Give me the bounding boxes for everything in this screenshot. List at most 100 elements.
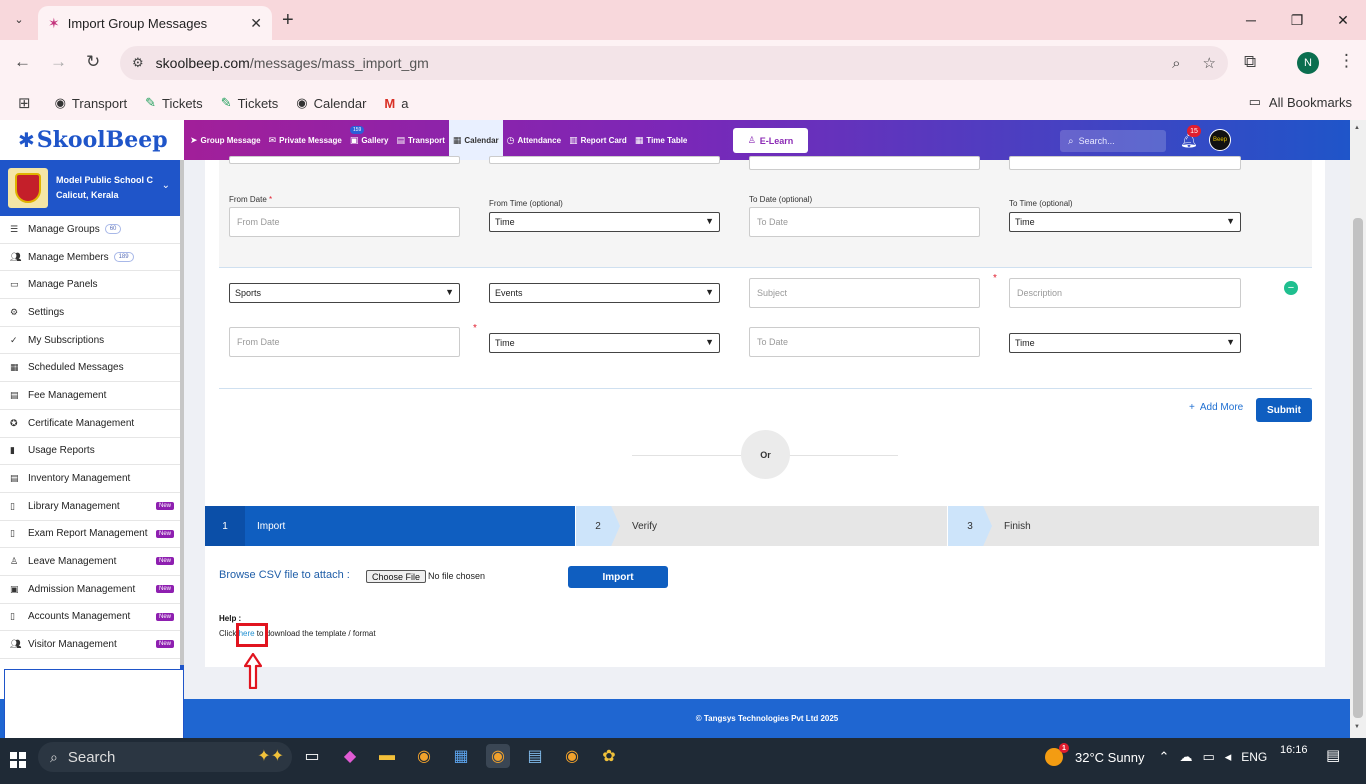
- extensions-icon[interactable]: ⧉: [1244, 52, 1256, 72]
- choose-file-button[interactable]: Choose File: [366, 570, 426, 583]
- back-icon[interactable]: ←: [14, 52, 31, 72]
- file-explorer-icon[interactable]: ▬: [375, 744, 399, 768]
- sidebar-item-inventory-management[interactable]: ▤ Inventory Management: [0, 465, 180, 493]
- sidebar-item-scheduled-messages[interactable]: ▦ Scheduled Messages: [0, 354, 180, 383]
- restore-icon[interactable]: ❐: [1274, 0, 1320, 40]
- skoolbeep-logo[interactable]: ✱ SkoolBeep: [0, 120, 184, 160]
- step-import[interactable]: 1 Import: [205, 506, 575, 546]
- new-tab-icon[interactable]: +: [282, 9, 294, 32]
- step-verify[interactable]: 2 Verify: [576, 506, 947, 546]
- tab-search-chevron-icon[interactable]: ⌄: [8, 8, 30, 30]
- weather-text[interactable]: 32°C Sunny: [1075, 750, 1145, 765]
- sidebar-item-my-subscriptions[interactable]: ✓ My Subscriptions: [0, 327, 180, 355]
- bookmark-star-icon[interactable]: ☆: [1203, 54, 1216, 72]
- to-date-input[interactable]: To Date: [749, 207, 980, 237]
- store-icon[interactable]: ▦: [449, 744, 473, 768]
- nav-group-message[interactable]: ➤ Group Message: [186, 120, 265, 160]
- copilot-icon[interactable]: ◆: [338, 744, 362, 768]
- sidebar-item-accounts-management[interactable]: ▯ Accounts Management New: [0, 604, 180, 632]
- add-more-link[interactable]: + Add More: [1189, 402, 1243, 413]
- sidebar-item-fee-management[interactable]: ▤ Fee Management: [0, 382, 180, 410]
- chrome-active-icon[interactable]: ◉: [486, 744, 510, 768]
- browser-menu-icon[interactable]: ⋮: [1338, 51, 1355, 71]
- close-tab-icon[interactable]: ✕: [250, 15, 262, 32]
- nav-private-message[interactable]: ✉ Private Message: [265, 120, 346, 160]
- header-search-input[interactable]: ⌕ Search...: [1060, 130, 1166, 152]
- url-omnibox[interactable]: ⚙ skoolbeep.com/messages/mass_import_gm …: [120, 46, 1228, 80]
- clock[interactable]: 16:16: [1280, 744, 1308, 756]
- bookmark-tickets-2[interactable]: ✎ Tickets: [221, 95, 279, 111]
- subject-input[interactable]: Subject: [749, 278, 980, 308]
- from-date-input-2[interactable]: From Date: [229, 327, 460, 357]
- apps-grid-icon[interactable]: ⊞: [18, 94, 31, 112]
- from-time-select[interactable]: Time ▼: [489, 212, 720, 232]
- minimize-icon[interactable]: ─: [1228, 0, 1274, 40]
- sidebar-item-manage-panels[interactable]: ▭ Manage Panels: [0, 271, 180, 300]
- chevron-down-icon[interactable]: ⌄: [162, 180, 170, 191]
- language-indicator[interactable]: ENG: [1241, 750, 1267, 764]
- submit-button[interactable]: Submit: [1256, 398, 1312, 422]
- windows-start-icon[interactable]: [10, 752, 26, 768]
- nav-transport[interactable]: ▤ Transport: [392, 120, 448, 160]
- taskbar-search[interactable]: ⌕ Search ✦✦: [38, 742, 292, 772]
- header-avatar[interactable]: Beep: [1209, 129, 1231, 151]
- task-view-icon[interactable]: ▭: [300, 744, 324, 768]
- sidebar-item-settings[interactable]: ⚙ Settings: [0, 299, 180, 327]
- to-date-input-2[interactable]: To Date: [749, 327, 980, 357]
- weather-icon[interactable]: 1: [1045, 743, 1069, 766]
- nav-time-table[interactable]: ▦ Time Table: [631, 120, 692, 160]
- site-settings-icon[interactable]: ⚙: [132, 55, 144, 71]
- previous-input-3[interactable]: [749, 156, 980, 170]
- all-bookmarks[interactable]: ▭ All Bookmarks: [1249, 94, 1352, 110]
- bookmark-tickets-1[interactable]: ✎ Tickets: [145, 95, 203, 111]
- to-time-select-2[interactable]: Time ▼: [1009, 333, 1241, 353]
- nav-attendance[interactable]: ◷ Attendance: [503, 120, 565, 160]
- notifications-icon[interactable]: ▤: [1326, 746, 1340, 764]
- zoom-icon[interactable]: ⌕: [1172, 55, 1180, 72]
- sidebar-item-manage-members[interactable]: 👥︎ Manage Members 189: [0, 244, 180, 272]
- sidebar-item-leave-management[interactable]: ♙ Leave Management New: [0, 548, 180, 576]
- sidebar-item-manage-groups[interactable]: ☰ Manage Groups 60: [0, 216, 180, 244]
- chevron-up-icon[interactable]: ⌃: [1159, 749, 1170, 765]
- remove-row-icon[interactable]: −: [1284, 281, 1298, 295]
- sidebar-item-library-management[interactable]: ▯ Library Management New: [0, 493, 180, 521]
- scroll-down-icon[interactable]: ▼: [1354, 724, 1360, 730]
- page-scrollbar[interactable]: ▲ ▼: [1350, 120, 1366, 738]
- to-time-select[interactable]: Time ▼: [1009, 212, 1241, 232]
- previous-input-1[interactable]: [229, 156, 460, 164]
- sidebar-item-usage-reports[interactable]: ▮ Usage Reports: [0, 438, 180, 466]
- bookmark-gmail[interactable]: Ma: [384, 96, 408, 111]
- sidebar-item-exam-report-management[interactable]: ▯ Exam Report Management New: [0, 521, 180, 549]
- paint-icon[interactable]: ✿: [597, 744, 621, 768]
- description-input[interactable]: Description: [1009, 278, 1241, 308]
- reload-icon[interactable]: ↻: [86, 52, 100, 72]
- notepad-icon[interactable]: ▤: [523, 744, 547, 768]
- forward-icon[interactable]: →: [50, 52, 67, 72]
- chrome-profile-icon[interactable]: ◉: [560, 744, 584, 768]
- from-time-select-2[interactable]: Time ▼: [489, 333, 720, 353]
- nav-report-card[interactable]: ▥ Report Card: [565, 120, 631, 160]
- volume-icon[interactable]: ◂: [1225, 749, 1232, 765]
- bookmark-calendar[interactable]: ◉ Calendar: [296, 95, 366, 111]
- nav-calendar[interactable]: ▦ Calendar: [448, 120, 503, 160]
- previous-input-2[interactable]: [489, 156, 720, 164]
- browser-tab[interactable]: ✶ Import Group Messages ✕: [38, 6, 272, 40]
- scrollbar-thumb[interactable]: [1353, 218, 1363, 718]
- sidebar-item-certificate-management[interactable]: ✪ Certificate Management: [0, 410, 180, 438]
- type-select[interactable]: Events ▼: [489, 283, 720, 303]
- from-date-input[interactable]: From Date: [229, 207, 460, 237]
- step-finish[interactable]: 3 Finish: [948, 506, 1319, 546]
- category-select[interactable]: Sports ▼: [229, 283, 460, 303]
- chrome-icon[interactable]: ◉: [412, 744, 436, 768]
- previous-input-4[interactable]: [1009, 156, 1241, 170]
- sidebar-item-admission-management[interactable]: ▣ Admission Management New: [0, 576, 180, 604]
- bookmark-transport[interactable]: ◉ Transport: [55, 95, 128, 111]
- scroll-up-icon[interactable]: ▲: [1354, 125, 1360, 131]
- close-window-icon[interactable]: ✕: [1320, 0, 1366, 40]
- battery-icon[interactable]: ▭: [1202, 749, 1214, 765]
- cloud-icon[interactable]: ☁: [1179, 749, 1192, 765]
- school-selector[interactable]: Model Public School C Calicut, Kerala ⌄: [0, 160, 180, 216]
- sidebar-item-visitor-management[interactable]: 👥︎ Visitor Management New: [0, 631, 180, 659]
- url-text[interactable]: skoolbeep.com/messages/mass_import_gm: [156, 55, 1150, 71]
- elearn-button[interactable]: ♙ E-Learn: [733, 128, 808, 153]
